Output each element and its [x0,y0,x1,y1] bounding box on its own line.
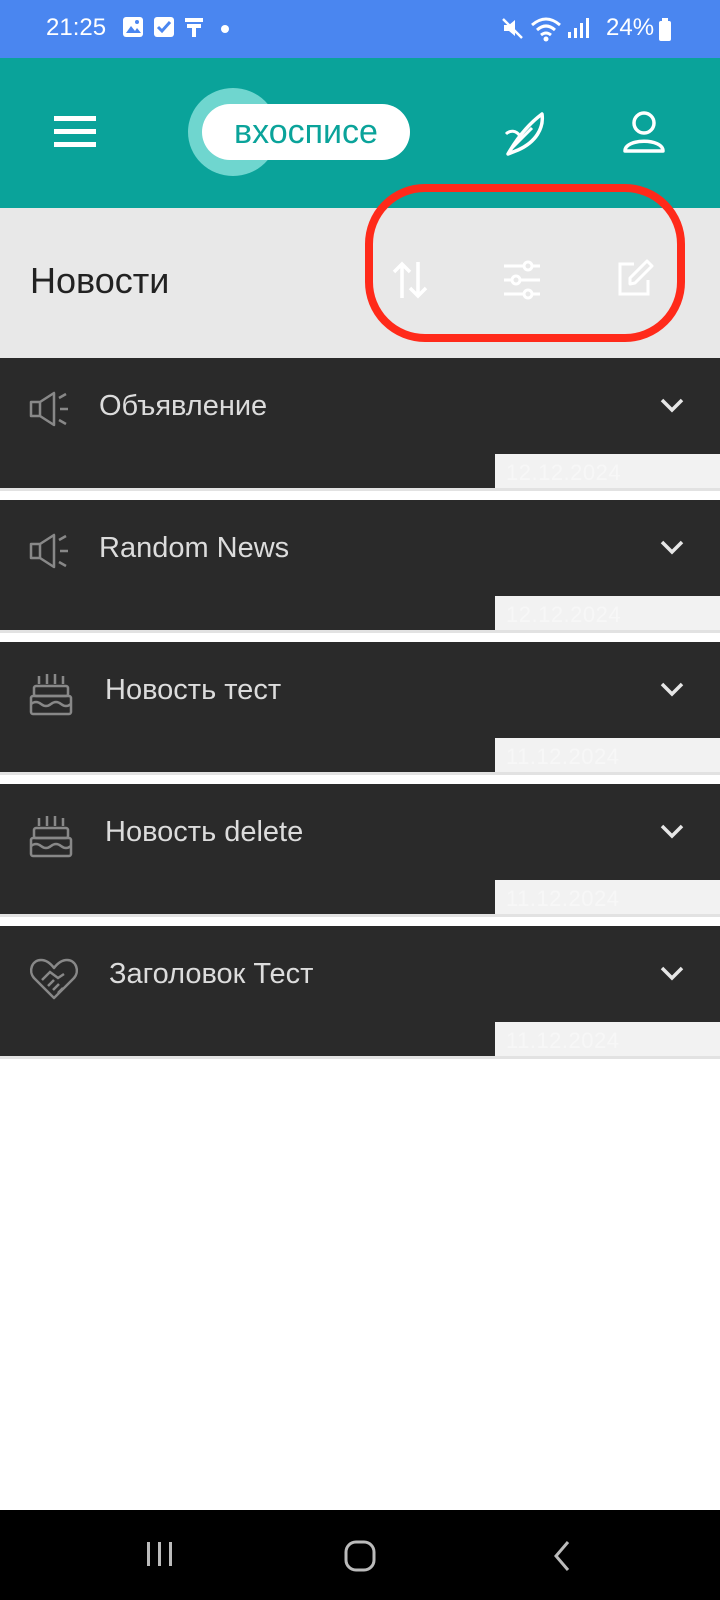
toolbar-highlight [365,184,685,342]
back-icon[interactable] [550,1538,574,1574]
news-title: Заголовок Тест [109,958,314,990]
status-bar: 21:25 24% [0,0,720,58]
status-time: 21:25 [46,14,107,41]
quill-icon[interactable] [502,110,550,158]
more-notifications-dot-icon [221,25,229,33]
news-date: 12.12.2024 [506,602,622,627]
news-title: Random News [99,532,290,564]
signal-icon [568,18,589,38]
chevron-down-icon[interactable] [660,398,684,414]
battery-icon [659,18,671,41]
profile-icon[interactable] [622,110,666,154]
card-divider [0,488,720,491]
system-nav-bar [0,1510,720,1600]
news-card[interactable]: Random News 12.12.2024 [0,500,720,630]
news-card[interactable]: Заголовок Тест 11.12.2024 [0,926,720,1056]
news-date: 11.12.2024 [506,1028,620,1053]
news-card[interactable]: Новость delete 11.12.2024 [0,784,720,914]
cake-icon [29,816,73,858]
recent-apps-icon[interactable] [144,1538,176,1570]
logo[interactable]: вхосписе [202,104,410,160]
home-icon[interactable] [342,1538,378,1574]
chevron-down-icon[interactable] [660,966,684,982]
news-card[interactable]: Объявление 12.12.2024 [0,358,720,488]
menu-icon[interactable] [54,114,96,150]
news-title: Новость delete [105,816,304,848]
battery-level: 24% [606,14,655,41]
news-title: Новость тест [105,674,282,706]
news-date: 12.12.2024 [506,460,622,485]
card-divider [0,772,720,775]
app-notification-icon [185,18,203,37]
news-title: Объявление [99,390,268,422]
news-card[interactable]: Новость тест 11.12.2024 [0,642,720,772]
card-divider [0,630,720,633]
wifi-icon [531,17,561,42]
handshake-heart-icon [29,958,79,1000]
cake-icon [29,674,73,716]
megaphone-icon [29,391,68,427]
chevron-down-icon[interactable] [660,824,684,840]
chevron-down-icon[interactable] [660,540,684,556]
mute-icon [502,18,523,39]
checkbox-notification-icon [154,17,174,37]
card-divider [0,1056,720,1059]
chevron-down-icon[interactable] [660,682,684,698]
card-divider [0,914,720,917]
news-date: 11.12.2024 [506,886,620,911]
megaphone-icon [29,533,68,569]
page-title: Новости [30,260,170,301]
news-date: 11.12.2024 [506,744,620,769]
gallery-notification-icon [123,17,143,37]
